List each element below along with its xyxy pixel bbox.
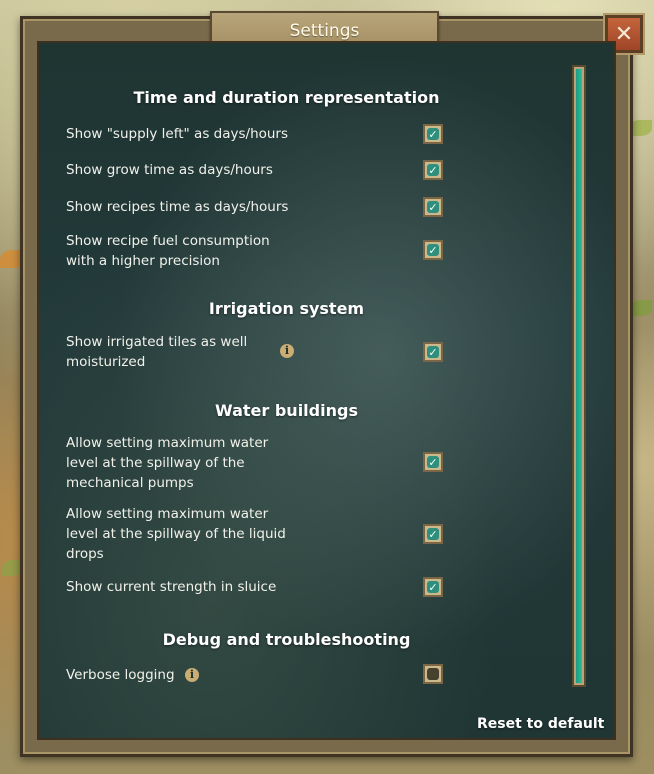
checkmark-icon: ✓: [428, 243, 438, 257]
section-title-debug: Debug and troubleshooting: [162, 630, 411, 649]
option-checkbox[interactable]: ✓: [423, 342, 443, 362]
option-checkbox[interactable]: ✓: [423, 160, 443, 180]
checkmark-icon: ✓: [428, 345, 438, 359]
scrollbar[interactable]: [572, 65, 586, 687]
option-checkbox[interactable]: ✓: [423, 124, 443, 144]
option-checkbox[interactable]: ✓: [423, 197, 443, 217]
checkmark-icon: ✓: [428, 455, 438, 469]
section-title-time: Time and duration representation: [133, 88, 440, 107]
close-x-icon: ✕: [614, 21, 634, 47]
checkmark-icon: ✓: [428, 163, 438, 177]
option-label: Verbose logging: [66, 667, 175, 683]
option-label: Show recipe fuel consumption with a high…: [66, 233, 270, 269]
info-icon[interactable]: i: [185, 668, 199, 682]
section-title-water: Water buildings: [215, 401, 358, 420]
checkmark-icon: ✓: [428, 127, 438, 141]
option-label: Show current strength in sluice: [66, 579, 277, 595]
leaf-decoration: [2, 560, 22, 576]
option-label: Show "supply left" as days/hours: [66, 126, 289, 142]
settings-panel: Time and duration representation Show "s…: [37, 41, 616, 740]
option-label: Show grow time as days/hours: [66, 162, 273, 178]
option-checkbox[interactable]: [423, 664, 443, 684]
checkmark-icon: ✓: [428, 200, 438, 214]
checkmark-icon: ✓: [428, 580, 438, 594]
option-checkbox[interactable]: ✓: [423, 452, 443, 472]
reset-to-default-button[interactable]: Reset to default: [477, 716, 604, 732]
option-label: Show recipes time as days/hours: [66, 199, 289, 215]
option-label: Show irrigated tiles as well moisturized: [66, 334, 248, 370]
option-checkbox[interactable]: ✓: [423, 524, 443, 544]
option-label: Allow setting maximum water level at the…: [66, 506, 286, 562]
settings-dialog: Settings ✕ Time and duration representat…: [20, 11, 643, 757]
scrollbar-thumb[interactable]: [576, 69, 582, 683]
option-checkbox[interactable]: ✓: [423, 577, 443, 597]
option-checkbox[interactable]: ✓: [423, 240, 443, 260]
leaf-decoration: [630, 300, 652, 316]
checkmark-icon: ✓: [428, 527, 438, 541]
info-icon[interactable]: i: [280, 344, 294, 358]
section-title-irrigation: Irrigation system: [208, 299, 365, 318]
option-label: Allow setting maximum water level at the…: [66, 435, 269, 491]
